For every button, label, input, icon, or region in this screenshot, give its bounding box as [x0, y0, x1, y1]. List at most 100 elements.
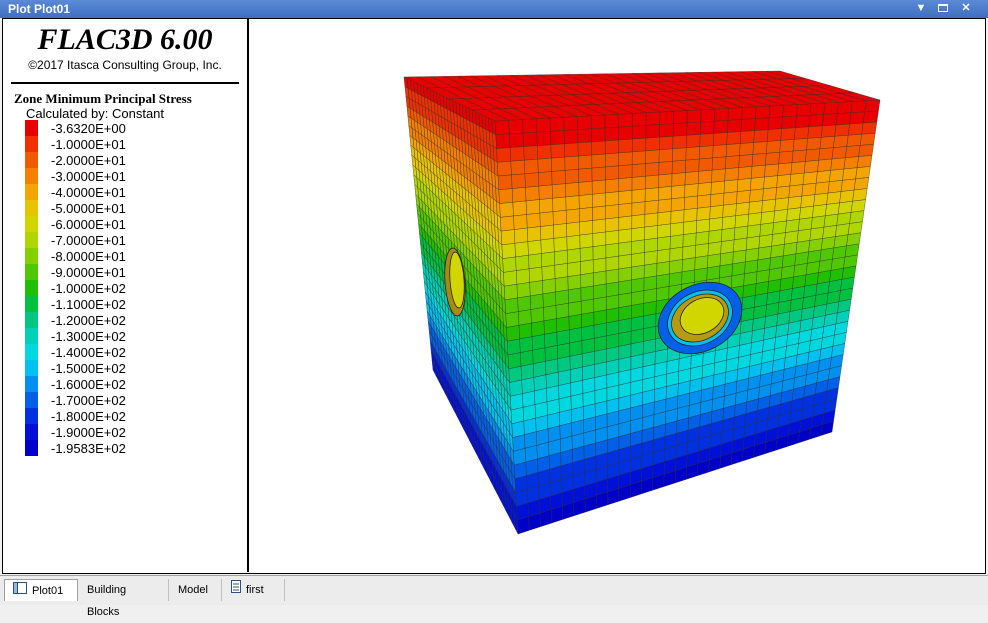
mesh-zone — [501, 243, 516, 259]
mesh-zone — [618, 177, 633, 192]
tab-bar: Plot01 Building Blocks Model first — [0, 575, 988, 618]
mesh-zone — [830, 157, 846, 171]
mesh-zone — [498, 188, 514, 204]
mesh-zone — [796, 228, 812, 243]
mesh-zone — [732, 249, 747, 265]
mesh-zone — [802, 171, 818, 185]
mesh-zone — [796, 103, 812, 117]
mesh-zone — [532, 347, 546, 365]
mesh-zone — [708, 229, 723, 244]
mesh-zone — [538, 171, 553, 187]
mesh-zone — [580, 259, 594, 275]
mesh-zone — [552, 210, 567, 226]
mesh-zone — [765, 152, 780, 166]
mesh-zone — [643, 275, 657, 291]
mesh-zone — [791, 149, 807, 163]
tab-first[interactable]: first — [223, 579, 285, 601]
legend-swatch — [25, 312, 38, 328]
legend-swatch — [25, 200, 38, 216]
tab-plot01[interactable]: Plot01 — [4, 579, 78, 601]
mesh-zone — [686, 134, 701, 148]
legend-label: -6.0000E+01 — [51, 217, 126, 232]
mesh-zone — [773, 209, 788, 223]
plot-viewport[interactable] — [249, 19, 984, 572]
mesh-zone — [720, 239, 735, 254]
mesh-zone — [643, 263, 658, 279]
mesh-zone — [849, 111, 865, 125]
mesh-zone — [563, 129, 579, 145]
menu-down-icon[interactable]: ▼ — [912, 1, 930, 16]
legend-swatch — [25, 248, 38, 264]
mesh-zone — [685, 146, 700, 161]
mesh-zone — [580, 272, 594, 289]
mesh-zone — [795, 115, 811, 128]
mesh-zone — [529, 280, 544, 297]
mesh-zone — [644, 225, 658, 241]
mesh-zone — [591, 166, 606, 182]
mesh-zone — [762, 187, 777, 201]
close-icon[interactable]: ✕ — [957, 1, 975, 16]
mesh-zone — [631, 176, 646, 191]
mesh-zone — [556, 316, 570, 333]
mesh-zone — [671, 172, 686, 187]
mesh-zone — [605, 230, 619, 246]
mesh-zone — [606, 281, 620, 298]
mesh-zone — [682, 245, 696, 260]
mesh-zone — [593, 296, 607, 313]
legend-swatch — [25, 136, 38, 152]
mesh-zone — [682, 232, 697, 248]
tab-building-blocks[interactable]: Building Blocks — [79, 579, 169, 618]
restore-icon[interactable] — [934, 1, 952, 16]
legend-label: -2.0000E+01 — [51, 153, 126, 168]
mesh-zone — [807, 125, 823, 139]
window-titlebar: Plot Plot01 ▼ ✕ — [0, 0, 988, 18]
mesh-zone — [551, 170, 566, 186]
mesh-zone — [750, 176, 765, 191]
mesh-zone — [823, 213, 839, 228]
mesh-zone — [645, 111, 661, 126]
mesh-zone — [552, 196, 567, 212]
legend-swatch — [25, 424, 38, 440]
mesh-zone — [831, 146, 847, 160]
tab-label: Model — [178, 584, 208, 596]
legend-swatch — [25, 152, 38, 168]
mesh-zone — [514, 227, 529, 244]
mesh-zone — [631, 188, 646, 204]
mesh-zone — [569, 340, 583, 357]
mesh-zone — [770, 244, 785, 259]
mesh-zone — [748, 200, 763, 215]
mesh-zone — [785, 219, 800, 233]
legend-label: -1.2000E+02 — [51, 313, 126, 328]
mesh-zone — [553, 236, 568, 253]
mesh-zone — [671, 184, 686, 200]
mesh-zone — [645, 174, 659, 190]
mesh-zone — [839, 189, 855, 204]
mesh-zone — [618, 241, 632, 257]
mesh-zone — [556, 329, 570, 346]
mesh-zone — [569, 327, 583, 344]
mesh-zone — [751, 164, 766, 179]
mesh-zone — [725, 155, 740, 170]
mesh-zone — [819, 136, 835, 150]
mesh-zone — [606, 333, 620, 350]
mesh-zone — [631, 226, 645, 242]
mesh-zone — [858, 144, 874, 157]
mesh-zone — [578, 181, 593, 196]
mesh-zone — [508, 366, 522, 383]
mesh-zone — [737, 178, 752, 192]
mesh-zone — [537, 144, 552, 160]
mesh-zone — [524, 158, 539, 174]
mesh-zone — [592, 244, 607, 260]
mesh-zone — [606, 294, 620, 311]
tab-model[interactable]: Model — [170, 579, 222, 601]
mesh-zone — [670, 209, 685, 225]
app-title: FLAC3D 6.00 — [37, 23, 213, 56]
mesh-zone — [727, 119, 742, 133]
mesh-zone — [533, 361, 547, 378]
mesh-zone — [555, 303, 570, 319]
mesh-zone — [681, 269, 695, 285]
mesh-zone — [554, 263, 569, 279]
mesh-zone — [821, 124, 837, 138]
mesh-zone — [592, 231, 607, 247]
mesh-zone — [618, 228, 632, 244]
